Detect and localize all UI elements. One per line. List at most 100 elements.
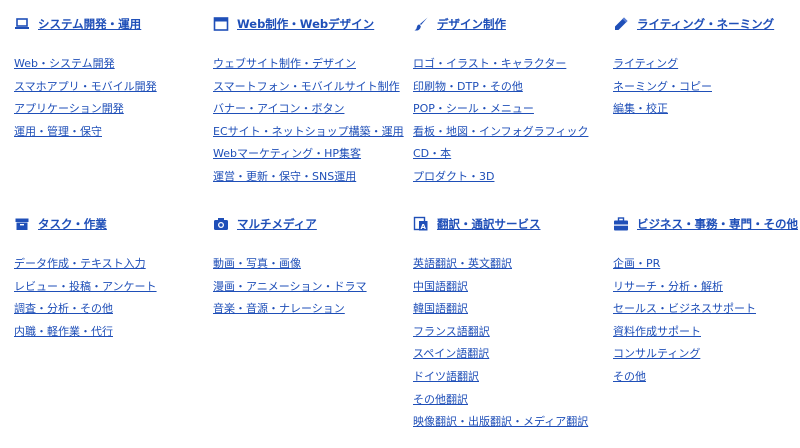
category-link[interactable]: 調査・分析・その他 bbox=[14, 302, 113, 315]
category-link[interactable]: スペイン語翻訳 bbox=[413, 347, 489, 360]
category-link[interactable]: 運営・更新・保守・SNS運用 bbox=[213, 170, 356, 183]
list-item: 資料作成サポート bbox=[613, 321, 799, 344]
paintbrush-icon bbox=[413, 16, 429, 32]
list-item: 運用・管理・保守 bbox=[14, 121, 210, 144]
category-link[interactable]: 動画・写真・画像 bbox=[213, 257, 301, 270]
category-link[interactable]: ロゴ・イラスト・キャラクター bbox=[413, 57, 566, 70]
category-heading-web-design[interactable]: Web制作・Webデザイン bbox=[213, 14, 409, 34]
category-link-list: ロゴ・イラスト・キャラクター 印刷物・DTP・その他 POP・シール・メニュー … bbox=[413, 53, 609, 189]
list-item: 英語翻訳・英文翻訳 bbox=[413, 253, 609, 276]
list-item: 動画・写真・画像 bbox=[213, 253, 409, 276]
category-link[interactable]: 運用・管理・保守 bbox=[14, 125, 102, 138]
list-item: ライティング bbox=[613, 53, 800, 76]
category-heading-label: 翻訳・通訳サービス bbox=[437, 217, 541, 231]
category-section-web-design: Web制作・Webデザイン ウェブサイト制作・デザイン スマートフォン・モバイル… bbox=[213, 14, 409, 189]
list-item: 企画・PR bbox=[613, 253, 799, 276]
list-item: 音楽・音源・ナレーション bbox=[213, 298, 409, 321]
category-link[interactable]: フランス語翻訳 bbox=[413, 325, 490, 338]
category-link[interactable]: 音楽・音源・ナレーション bbox=[213, 302, 345, 315]
category-link[interactable]: 印刷物・DTP・その他 bbox=[413, 80, 523, 93]
list-item: 運営・更新・保守・SNS運用 bbox=[213, 166, 409, 189]
category-link[interactable]: 英語翻訳・英文翻訳 bbox=[413, 257, 512, 270]
category-link[interactable]: 中国語翻訳 bbox=[413, 280, 468, 293]
list-item: コンサルティング bbox=[613, 343, 799, 366]
archive-box-icon bbox=[14, 216, 30, 232]
category-section-design: デザイン制作 ロゴ・イラスト・キャラクター 印刷物・DTP・その他 POP・シー… bbox=[413, 14, 609, 189]
category-link[interactable]: その他翻訳 bbox=[413, 393, 468, 406]
category-link[interactable]: プロダクト・3D bbox=[413, 170, 494, 183]
list-item: スペイン語翻訳 bbox=[413, 343, 609, 366]
category-link-list: 英語翻訳・英文翻訳 中国語翻訳 韓国語翻訳 フランス語翻訳 スペイン語翻訳 ドイ… bbox=[413, 253, 609, 434]
list-item: プロダクト・3D bbox=[413, 166, 609, 189]
category-link[interactable]: Web・システム開発 bbox=[14, 57, 115, 70]
category-link-list: ライティング ネーミング・コピー 編集・校正 bbox=[613, 53, 800, 121]
category-link[interactable]: ドイツ語翻訳 bbox=[413, 370, 479, 383]
category-link-list: ウェブサイト制作・デザイン スマートフォン・モバイルサイト制作 バナー・アイコン… bbox=[213, 53, 409, 189]
category-section-task: タスク・作業 データ作成・テキスト入力 レビュー・投稿・アンケート 調査・分析・… bbox=[14, 214, 210, 343]
category-link[interactable]: データ作成・テキスト入力 bbox=[14, 257, 146, 270]
category-link[interactable]: 漫画・アニメーション・ドラマ bbox=[213, 280, 367, 293]
category-link[interactable]: 資料作成サポート bbox=[613, 325, 701, 338]
category-link[interactable]: 企画・PR bbox=[613, 257, 660, 270]
category-link[interactable]: 映像翻訳・出版翻訳・メディア翻訳 bbox=[413, 415, 588, 428]
category-link[interactable]: 編集・校正 bbox=[613, 102, 668, 115]
list-item: 内職・軽作業・代行 bbox=[14, 321, 210, 344]
laptop-icon bbox=[14, 16, 30, 32]
camera-icon bbox=[213, 216, 229, 232]
category-link[interactable]: Webマーケティング・HP集客 bbox=[213, 147, 361, 160]
category-link[interactable]: レビュー・投稿・アンケート bbox=[14, 280, 157, 293]
category-section-system-dev: システム開発・運用 Web・システム開発 スマホアプリ・モバイル開発 アプリケー… bbox=[14, 14, 210, 143]
category-link[interactable]: ECサイト・ネットショップ構築・運用 bbox=[213, 125, 404, 138]
list-item: 中国語翻訳 bbox=[413, 276, 609, 299]
svg-text:A: A bbox=[420, 223, 426, 231]
category-link[interactable]: ネーミング・コピー bbox=[613, 80, 712, 93]
category-link[interactable]: ライティング bbox=[613, 57, 678, 70]
category-heading-label: タスク・作業 bbox=[38, 217, 107, 231]
list-item: Web・システム開発 bbox=[14, 53, 210, 76]
category-link[interactable]: アプリケーション開発 bbox=[14, 102, 124, 115]
category-link[interactable]: スマートフォン・モバイルサイト制作 bbox=[213, 80, 400, 93]
category-heading-translation[interactable]: A 翻訳・通訳サービス bbox=[413, 214, 609, 234]
category-heading-multimedia[interactable]: マルチメディア bbox=[213, 214, 409, 234]
list-item: POP・シール・メニュー bbox=[413, 98, 609, 121]
category-link[interactable]: ウェブサイト制作・デザイン bbox=[213, 57, 356, 70]
category-section-business: ビジネス・事務・専門・その他 企画・PR リサーチ・分析・解析 セールス・ビジネ… bbox=[613, 214, 799, 389]
category-grid: システム開発・運用 Web・システム開発 スマホアプリ・モバイル開発 アプリケー… bbox=[0, 0, 800, 448]
category-heading-label: ビジネス・事務・専門・その他 bbox=[637, 217, 798, 231]
category-link[interactable]: 韓国語翻訳 bbox=[413, 302, 468, 315]
category-section-translation: A 翻訳・通訳サービス 英語翻訳・英文翻訳 中国語翻訳 韓国語翻訳 フランス語翻… bbox=[413, 214, 609, 434]
list-item: その他翻訳 bbox=[413, 389, 609, 412]
list-item: ドイツ語翻訳 bbox=[413, 366, 609, 389]
category-heading-writing[interactable]: ライティング・ネーミング bbox=[613, 14, 800, 34]
category-heading-label: システム開発・運用 bbox=[38, 17, 142, 31]
category-link[interactable]: セールス・ビジネスサポート bbox=[613, 302, 756, 315]
list-item: ウェブサイト制作・デザイン bbox=[213, 53, 409, 76]
list-item: Webマーケティング・HP集客 bbox=[213, 143, 409, 166]
category-link[interactable]: POP・シール・メニュー bbox=[413, 102, 534, 115]
category-link-list: Web・システム開発 スマホアプリ・モバイル開発 アプリケーション開発 運用・管… bbox=[14, 53, 210, 143]
category-link[interactable]: CD・本 bbox=[413, 147, 451, 160]
list-item: 韓国語翻訳 bbox=[413, 298, 609, 321]
category-section-multimedia: マルチメディア 動画・写真・画像 漫画・アニメーション・ドラマ 音楽・音源・ナレ… bbox=[213, 214, 409, 321]
browser-window-icon bbox=[213, 16, 229, 32]
category-link[interactable]: その他 bbox=[613, 370, 646, 383]
category-link[interactable]: スマホアプリ・モバイル開発 bbox=[14, 80, 157, 93]
list-item: CD・本 bbox=[413, 143, 609, 166]
list-item: その他 bbox=[613, 366, 799, 389]
category-link[interactable]: バナー・アイコン・ボタン bbox=[213, 102, 344, 115]
list-item: レビュー・投稿・アンケート bbox=[14, 276, 210, 299]
list-item: リサーチ・分析・解析 bbox=[613, 276, 799, 299]
category-heading-task[interactable]: タスク・作業 bbox=[14, 214, 210, 234]
list-item: ECサイト・ネットショップ構築・運用 bbox=[213, 121, 409, 144]
category-section-writing: ライティング・ネーミング ライティング ネーミング・コピー 編集・校正 bbox=[613, 14, 800, 121]
pencil-icon bbox=[613, 16, 629, 32]
category-link[interactable]: リサーチ・分析・解析 bbox=[613, 280, 723, 293]
category-link[interactable]: コンサルティング bbox=[613, 347, 700, 360]
list-item: ネーミング・コピー bbox=[613, 76, 800, 99]
category-heading-design[interactable]: デザイン制作 bbox=[413, 14, 609, 34]
list-item: アプリケーション開発 bbox=[14, 98, 210, 121]
category-link[interactable]: 看板・地図・インフォグラフィック bbox=[413, 125, 588, 138]
category-heading-system-dev[interactable]: システム開発・運用 bbox=[14, 14, 210, 34]
category-link[interactable]: 内職・軽作業・代行 bbox=[14, 325, 113, 338]
category-heading-business[interactable]: ビジネス・事務・専門・その他 bbox=[613, 214, 799, 234]
